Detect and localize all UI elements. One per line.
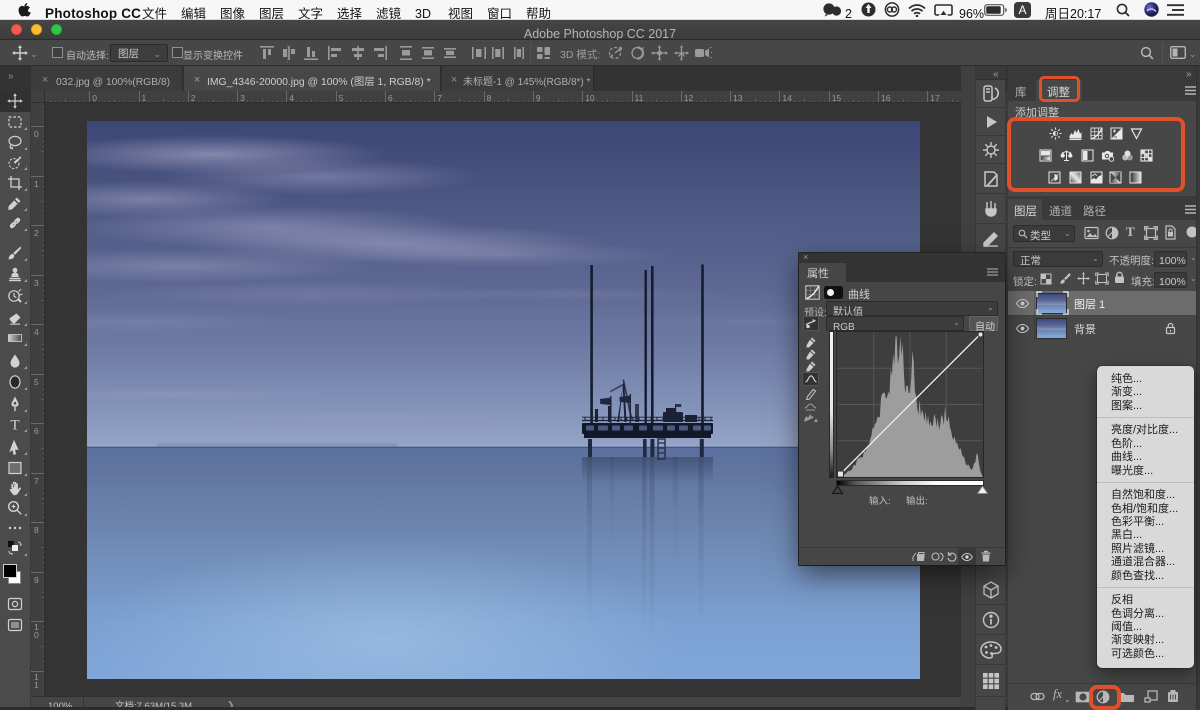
svg-text:T: T bbox=[10, 418, 19, 433]
